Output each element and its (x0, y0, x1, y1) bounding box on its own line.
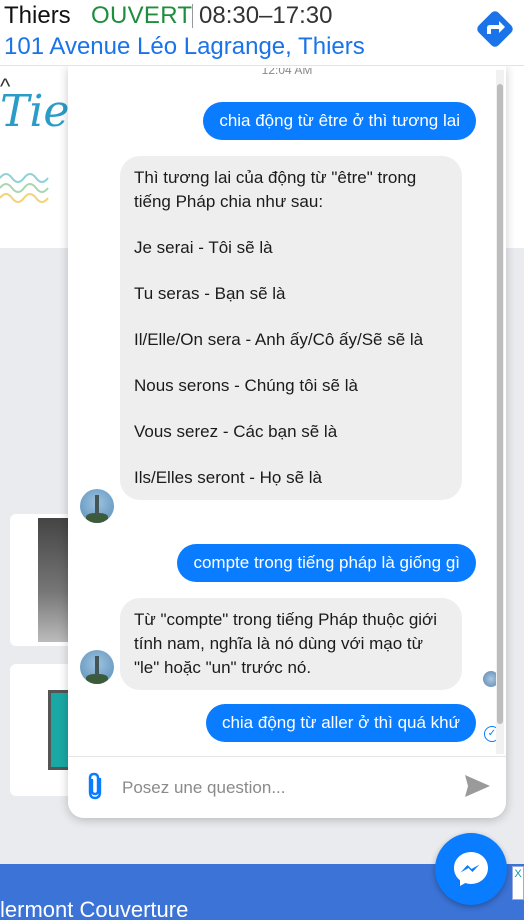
bot-avatar (80, 650, 114, 684)
bot-message: Từ "compte" trong tiếng Pháp thuộc giới … (120, 598, 462, 690)
message-line: Nous serons - Chúng tôi sẽ là (134, 376, 358, 395)
send-icon (465, 775, 490, 797)
messenger-icon (454, 852, 488, 886)
directions-icon (477, 11, 513, 47)
composer (68, 756, 506, 818)
message-line: Thì tương lai của động từ "être" trong t… (134, 168, 417, 211)
place-info-bar: Thiers OUVERT 08:30–17:30 101 Avenue Léo… (0, 0, 524, 66)
user-message: compte trong tiếng pháp là giống gì (177, 544, 476, 582)
user-message: chia động từ être ở thì tương lai (203, 102, 476, 140)
place-name: Thiers (4, 2, 71, 29)
paperclip-icon (88, 772, 102, 800)
opening-hours: 08:30–17:30 (199, 2, 333, 29)
message-line: Tu seras - Bạn sẽ là (134, 284, 286, 303)
send-button[interactable] (462, 771, 492, 801)
directions-button[interactable] (472, 6, 518, 52)
scrollbar-thumb[interactable] (497, 84, 503, 724)
product-card[interactable] (10, 514, 76, 646)
product-card[interactable] (10, 664, 76, 796)
open-status: OUVERT (91, 2, 193, 29)
bot-message: Thì tương lai của động từ "être" trong t… (120, 156, 462, 500)
message-line: Ils/Elles seront - Họ sẽ là (134, 468, 323, 487)
page: Thiers OUVERT 08:30–17:30 101 Avenue Léo… (0, 0, 524, 920)
message-line: Vous serez - Các bạn sẽ là (134, 422, 338, 441)
user-message: chia động từ aller ở thì quá khứ (205, 704, 476, 742)
message-line: Từ "compte" trong tiếng Pháp thuộc giới … (134, 610, 437, 677)
divider (192, 4, 193, 28)
address-link[interactable]: 101 Avenue Léo Lagrange, Thiers (4, 33, 365, 61)
message-timestamp: 12:04 AM (261, 68, 313, 77)
ad-close-badge[interactable]: X (512, 866, 524, 900)
question-input[interactable] (122, 773, 442, 803)
message-line: Je serai - Tôi sẽ là (134, 238, 273, 257)
message-list[interactable]: 12:04 AM chia động từ être ở thì tương l… (68, 66, 506, 756)
bot-avatar (80, 489, 114, 523)
wave-decoration-icon (0, 173, 49, 203)
footer-company-name: lermont Couverture (0, 897, 189, 920)
messenger-button[interactable] (435, 833, 507, 905)
message-line: Il/Elle/On sera - Anh ấy/Cô ấy/Sẽ sẽ là (134, 330, 424, 349)
chat-window: 12:04 AM chia động từ être ở thì tương l… (68, 66, 506, 818)
attach-button[interactable] (84, 771, 106, 801)
